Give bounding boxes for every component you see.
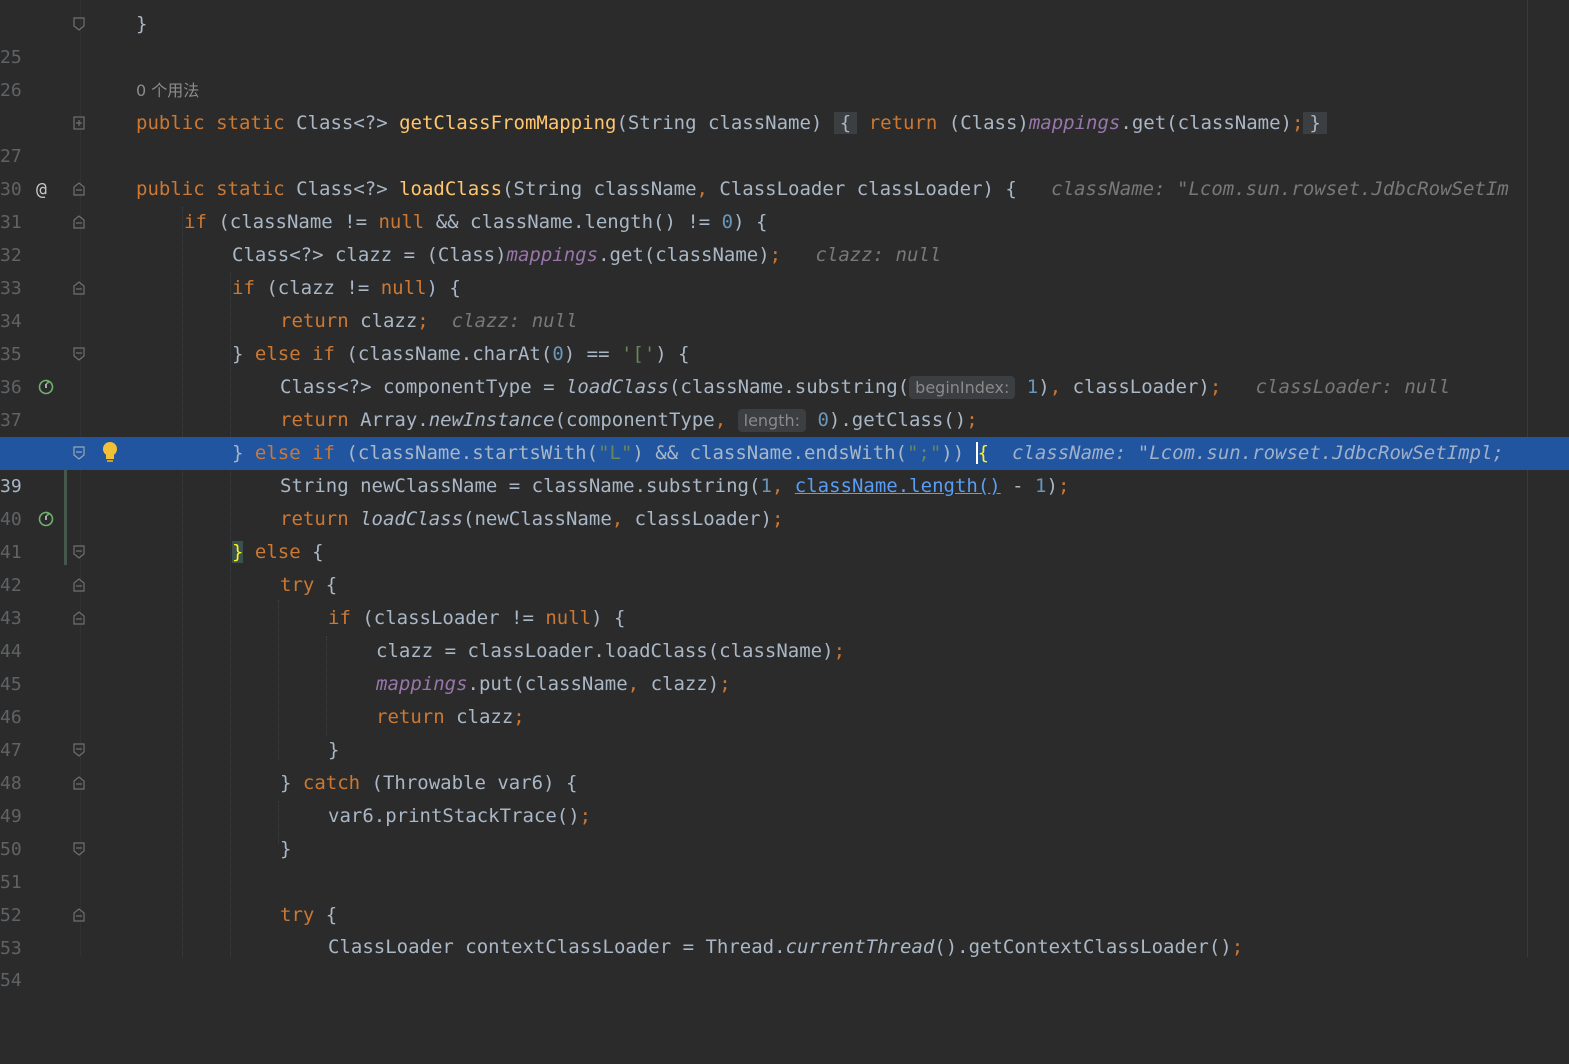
- code-line-53[interactable]: 53 try {: [0, 899, 1569, 959]
- code-line-37[interactable]: 37 Class<?> componentType = loadClass(cl…: [0, 371, 1569, 431]
- code-line-46[interactable]: 46 mappings.put(className, clazz);: [0, 668, 1569, 728]
- code-text: clazz = classLoader.loadClass(className)…: [376, 640, 846, 662]
- code-line-50[interactable]: 50 var6.printStackTrace();: [0, 800, 1569, 860]
- code-line-54[interactable]: 54 ClassLoader contextClassLoader = Thre…: [0, 931, 1569, 991]
- code-text: }: [328, 739, 340, 761]
- code-line-34[interactable]: 34 if (clazz != null) {: [0, 272, 1569, 332]
- fold-end-icon[interactable]: [73, 743, 85, 757]
- debug-inline-value: clazz: null: [815, 244, 942, 266]
- code-line-44[interactable]: 44 if (classLoader != null) {: [0, 602, 1569, 662]
- fold-end-icon[interactable]: [73, 842, 85, 856]
- recursive-call-icon[interactable]: [37, 378, 55, 396]
- code-line-26[interactable]: 26: [0, 41, 1569, 101]
- code-line-48[interactable]: 48 }: [0, 734, 1569, 794]
- code-line-36[interactable]: 36 } else if (className.charAt(0) == '['…: [0, 338, 1569, 398]
- fold-start-icon[interactable]: [73, 281, 85, 295]
- line-number: 54: [0, 970, 22, 991]
- fold-end-icon[interactable]: [73, 17, 85, 31]
- fold-end-icon[interactable]: [73, 347, 85, 361]
- code-text: Class<?> clazz = (Class)mappings.get(cla…: [232, 244, 942, 266]
- lightbulb-icon[interactable]: [101, 441, 119, 465]
- code-line-35[interactable]: 35 return clazz; clazz: null: [0, 305, 1569, 365]
- fold-end-icon[interactable]: [73, 545, 85, 559]
- collapsed-block-end[interactable]: }: [1303, 112, 1327, 134]
- code-text: } else if (className.charAt(0) == '[') {: [232, 343, 690, 365]
- code-text: var6.printStackTrace();: [328, 805, 592, 827]
- fold-start-icon[interactable]: [73, 182, 85, 196]
- debug-inline-value: classLoader: null: [1255, 376, 1451, 398]
- code-text: return clazz;: [376, 706, 525, 728]
- code-line-39-current[interactable]: 39 } else if (className.startsWith("L") …: [0, 437, 1569, 497]
- expand-fold-icon[interactable]: [73, 116, 85, 130]
- code-line-31[interactable]: 31 @ public static Class<?> loadClass(St…: [0, 173, 1569, 233]
- code-line-49[interactable]: 49 } catch (Throwable var6) {: [0, 767, 1569, 827]
- debug-inline-value: className: "Lcom.sun.rowset.JdbcRowSetIm: [1051, 178, 1509, 200]
- usage-hint-line: 0 个用法: [0, 74, 1569, 107]
- recursive-call-icon[interactable]: [37, 510, 55, 528]
- parameter-hint: length:: [737, 409, 807, 432]
- code-text: } else if (className.startsWith("L") && …: [232, 442, 1504, 464]
- at-sign-icon[interactable]: @: [36, 173, 47, 206]
- code-line-30[interactable]: 30: [0, 140, 1569, 200]
- code-link: className.length(): [794, 475, 1001, 497]
- fold-start-icon[interactable]: [73, 908, 85, 922]
- code-text: String newClassName = className.substrin…: [280, 475, 1070, 497]
- code-text: try {: [280, 904, 338, 926]
- code-text: if (className != null && className.lengt…: [184, 211, 768, 233]
- code-line-33[interactable]: 33 Class<?> clazz = (Class)mappings.get(…: [0, 239, 1569, 299]
- code-text: try {: [280, 574, 338, 596]
- fold-start-icon[interactable]: [73, 776, 85, 790]
- code-text: }: [136, 13, 148, 35]
- code-text: mappings.put(className, clazz);: [376, 673, 731, 695]
- fold-start-icon[interactable]: [73, 215, 85, 229]
- fold-end-icon[interactable]: [73, 446, 85, 460]
- code-line-32[interactable]: 32 if (className != null && className.le…: [0, 206, 1569, 266]
- code-line-40[interactable]: 40 String newClassName = className.subst…: [0, 470, 1569, 530]
- code-text: return clazz; clazz: null: [280, 310, 578, 332]
- debug-inline-value: clazz: null: [451, 310, 578, 332]
- code-line-41[interactable]: 41 return loadClass(newClassName, classL…: [0, 503, 1569, 563]
- code-text: }: [280, 838, 292, 860]
- usage-hint[interactable]: 0 个用法: [136, 74, 199, 107]
- text-caret: {: [975, 442, 990, 464]
- code-text: Class<?> componentType = loadClass(class…: [280, 376, 1451, 399]
- code-line-45[interactable]: 45 clazz = classLoader.loadClass(classNa…: [0, 635, 1569, 695]
- code-text: if (clazz != null) {: [232, 277, 461, 299]
- code-editor[interactable]: 25 } 26 0 个用法 27 public static Class<?> …: [0, 0, 1569, 991]
- code-text: } catch (Throwable var6) {: [280, 772, 578, 794]
- code-text: public static Class<?> loadClass(String …: [136, 178, 1509, 200]
- code-line-27[interactable]: 27 public static Class<?> getClassFromMa…: [0, 107, 1569, 167]
- fold-start-icon[interactable]: [73, 611, 85, 625]
- parameter-hint: beginIndex:: [909, 376, 1016, 399]
- code-text: public static Class<?> getClassFromMappi…: [136, 107, 1327, 140]
- code-line-51[interactable]: 51 }: [0, 833, 1569, 893]
- code-line-47[interactable]: 47 return clazz;: [0, 701, 1569, 761]
- code-text: return loadClass(newClassName, classLoad…: [280, 508, 784, 530]
- fold-start-icon[interactable]: [73, 578, 85, 592]
- code-line-52[interactable]: 52: [0, 866, 1569, 926]
- debug-inline-value: className: "Lcom.sun.rowset.JdbcRowSetIm…: [1011, 442, 1504, 464]
- code-text: return Array.newInstance(componentType, …: [280, 409, 978, 432]
- code-line-42[interactable]: 42 } else {: [0, 536, 1569, 596]
- code-line-25[interactable]: 25 }: [0, 8, 1569, 68]
- collapsed-block[interactable]: {: [833, 112, 858, 134]
- code-text: } else {: [232, 541, 324, 563]
- code-text: ClassLoader contextClassLoader = Thread.…: [328, 936, 1244, 958]
- code-line-38[interactable]: 38 return Array.newInstance(componentTyp…: [0, 404, 1569, 464]
- code-text: if (classLoader != null) {: [328, 607, 626, 629]
- code-line-43[interactable]: 43 try {: [0, 569, 1569, 629]
